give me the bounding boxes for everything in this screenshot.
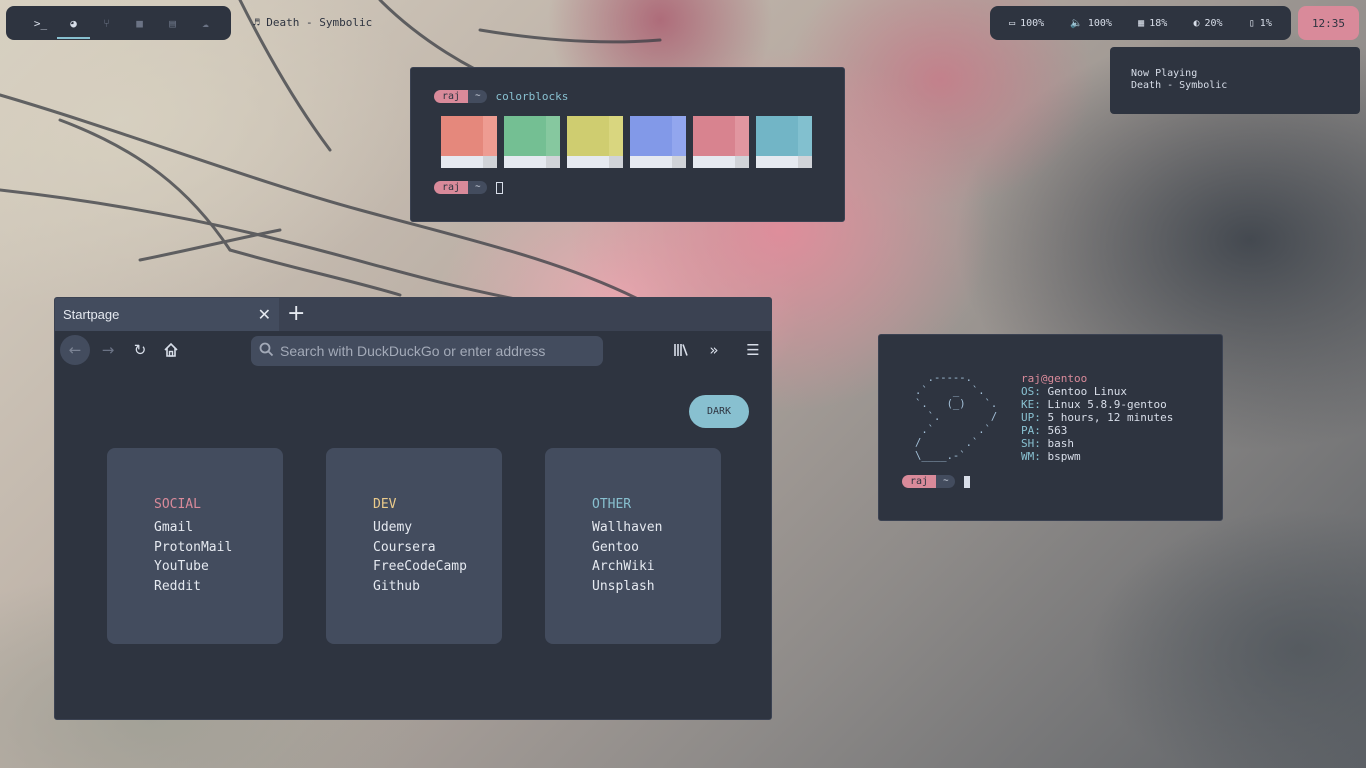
- volume-icon: 🔈: [1070, 17, 1083, 29]
- system-info: raj@gentoo OS: Gentoo Linux KE: Linux 5.…: [1021, 372, 1173, 463]
- terminal-neofetch[interactable]: .-----. .` _ `. `. (_) `. `. / .` .` / .…: [878, 334, 1223, 521]
- card-title-other: OTHER: [592, 497, 632, 512]
- card-social: SOCIAL Gmail ProtonMail YouTube Reddit: [107, 448, 283, 644]
- workspace-terminal-icon[interactable]: >_: [24, 6, 57, 40]
- brightness-value: 20%: [1204, 17, 1223, 29]
- startpage: DARK SOCIAL Gmail ProtonMail YouTube Red…: [55, 369, 771, 719]
- info-row: SH: bash: [1021, 437, 1074, 450]
- search-icon: [259, 342, 274, 360]
- link-youtube[interactable]: YouTube: [154, 557, 283, 577]
- link-reddit[interactable]: Reddit: [154, 577, 283, 597]
- info-row: KE: Linux 5.8.9-gentoo: [1021, 398, 1167, 411]
- prompt-dir: ~: [468, 90, 488, 103]
- memory-status[interactable]: ▦ 18%: [1138, 18, 1167, 29]
- terminal-cursor: [496, 181, 504, 194]
- user-host: raj@gentoo: [1021, 372, 1088, 385]
- card-title-social: SOCIAL: [154, 497, 201, 512]
- workspace-film-icon[interactable]: ▤: [156, 6, 189, 40]
- link-github[interactable]: Github: [373, 577, 502, 597]
- now-playing-label: Now Playing: [1131, 68, 1198, 79]
- info-row: OS: Gentoo Linux: [1021, 385, 1127, 398]
- hamburger-menu-icon[interactable]: ☰: [738, 335, 768, 365]
- color-block: [567, 116, 623, 168]
- battery-value: 100%: [1020, 17, 1045, 29]
- workspace-cloud-icon[interactable]: ☁: [189, 6, 222, 40]
- info-row: UP: 5 hours, 12 minutes: [1021, 411, 1174, 424]
- terminal-colorblocks[interactable]: raj ~ colorblocks raj ~: [410, 67, 845, 222]
- status-bar: ▭ 100% 🔈 100% ▦ 18% ◐ 20% ▯ 1%: [990, 6, 1291, 40]
- workspace-folder-icon[interactable]: ■: [123, 6, 156, 40]
- tab-startpage[interactable]: Startpage ✕: [55, 298, 279, 331]
- link-coursera[interactable]: Coursera: [373, 538, 502, 558]
- url-bar[interactable]: Search with DuckDuckGo or enter address: [251, 336, 603, 366]
- workspace-bar: >_ ◕ ⑂ ■ ▤ ☁: [6, 6, 231, 40]
- terminal-prompt-neofetch: raj ~: [902, 475, 971, 488]
- terminal-cursor: [964, 475, 971, 488]
- volume-status[interactable]: 🔈 100%: [1070, 18, 1112, 29]
- battery-icon: ▭: [1009, 17, 1016, 29]
- url-placeholder: Search with DuckDuckGo or enter address: [280, 343, 546, 359]
- prompt-dir: ~: [468, 181, 488, 194]
- color-block: [693, 116, 749, 168]
- memory-value: 18%: [1149, 17, 1168, 29]
- link-archwiki[interactable]: ArchWiki: [592, 557, 721, 577]
- brightness-status[interactable]: ◐ 20%: [1193, 18, 1222, 29]
- library-icon[interactable]: [666, 335, 696, 365]
- terminal-prompt: raj ~ colorblocks: [434, 90, 568, 103]
- memory-icon: ▦: [1138, 17, 1145, 29]
- workspace-firefox-icon[interactable]: ◕: [57, 6, 90, 40]
- reload-icon[interactable]: ↻: [125, 335, 155, 365]
- overflow-chevrons-icon[interactable]: »: [699, 335, 729, 365]
- window-title-text: Death - Symbolic: [266, 16, 373, 29]
- terminal-prompt-2: raj ~: [434, 181, 504, 194]
- color-block: [504, 116, 560, 168]
- now-playing-track: Death - Symbolic: [1131, 80, 1228, 91]
- dark-mode-button[interactable]: DARK: [689, 395, 749, 428]
- info-row: WM: bspwm: [1021, 450, 1081, 463]
- close-icon[interactable]: ✕: [258, 305, 271, 324]
- link-protonmail[interactable]: ProtonMail: [154, 538, 283, 558]
- color-block: [756, 116, 812, 168]
- info-row: PA: 563: [1021, 424, 1068, 437]
- link-freecodecamp[interactable]: FreeCodeCamp: [373, 557, 502, 577]
- clock[interactable]: 12:35: [1298, 6, 1359, 40]
- back-arrow-icon[interactable]: ←: [60, 335, 90, 365]
- prompt-user: raj: [434, 90, 469, 103]
- new-tab-plus-icon[interactable]: +: [287, 301, 305, 326]
- battery-status[interactable]: ▭ 100%: [1009, 18, 1044, 29]
- link-unsplash[interactable]: Unsplash: [592, 577, 721, 597]
- browser-window: Startpage ✕ + ← → ↻ Search with DuckDuck…: [54, 297, 772, 720]
- cpu-status[interactable]: ▯ 1%: [1249, 18, 1272, 29]
- color-block: [441, 116, 497, 168]
- tab-bar: Startpage ✕ +: [55, 298, 771, 331]
- workspace-git-branch-icon[interactable]: ⑂: [90, 6, 123, 40]
- link-gentoo[interactable]: Gentoo: [592, 538, 721, 558]
- brightness-icon: ◐: [1193, 17, 1200, 29]
- link-udemy[interactable]: Udemy: [373, 518, 502, 538]
- color-blocks: [441, 116, 812, 168]
- card-other: OTHER Wallhaven Gentoo ArchWiki Unsplash: [545, 448, 721, 644]
- now-playing-notification[interactable]: Now Playing Death - Symbolic: [1110, 47, 1360, 114]
- home-icon[interactable]: [156, 335, 186, 365]
- link-wallhaven[interactable]: Wallhaven: [592, 518, 721, 538]
- nav-toolbar: ← → ↻ Search with DuckDuckGo or enter ad…: [55, 331, 771, 369]
- prompt-dir: ~: [936, 475, 956, 488]
- cpu-value: 1%: [1259, 17, 1272, 29]
- card-dev: DEV Udemy Coursera FreeCodeCamp Github: [326, 448, 502, 644]
- forward-arrow-icon[interactable]: →: [93, 335, 123, 365]
- volume-value: 100%: [1087, 17, 1112, 29]
- card-title-dev: DEV: [373, 497, 397, 512]
- music-note-icon: ♬: [253, 16, 260, 29]
- cpu-icon: ▯: [1248, 17, 1255, 29]
- prompt-user: raj: [434, 181, 469, 194]
- terminal-command: colorblocks: [495, 90, 569, 103]
- color-block: [630, 116, 686, 168]
- prompt-user: raj: [902, 475, 937, 488]
- window-title: ♬ Death - Symbolic: [253, 16, 372, 29]
- tab-title: Startpage: [63, 307, 120, 322]
- link-gmail[interactable]: Gmail: [154, 518, 283, 538]
- gentoo-ascii-logo: .-----. .` _ `. `. (_) `. `. / .` .` / .…: [915, 372, 998, 462]
